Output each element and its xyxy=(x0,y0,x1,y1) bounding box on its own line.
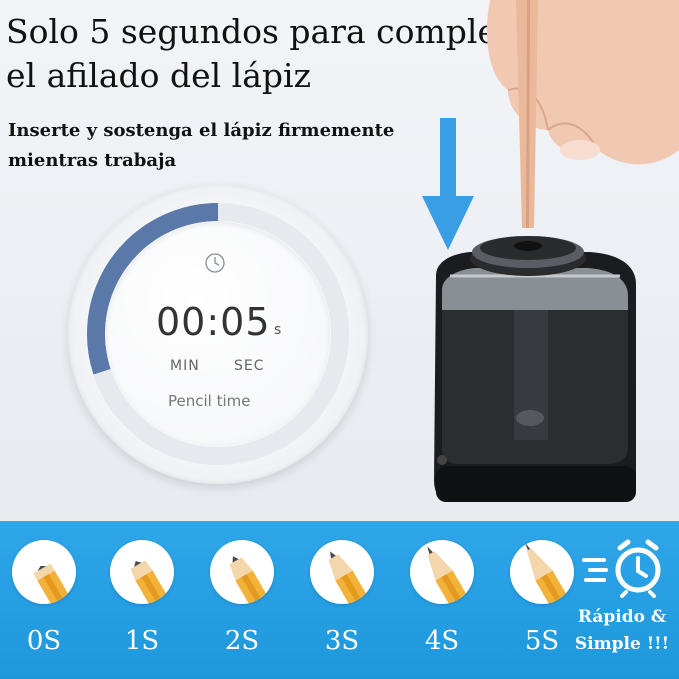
pencil-sharpener-illustration xyxy=(434,0,679,502)
timer-unit: s xyxy=(274,322,282,338)
min-label: MIN xyxy=(170,358,200,374)
step-label: 3S xyxy=(324,626,360,656)
pencil-tip-icon xyxy=(510,540,574,604)
clock-icon xyxy=(205,253,225,273)
pencil-tip-icon xyxy=(12,540,76,604)
step-label: 4S xyxy=(424,626,460,656)
badge-line-2: Simple !!! xyxy=(574,634,670,654)
timer-value: 00:05 xyxy=(156,300,271,344)
step-2s: 2S xyxy=(202,540,282,670)
sharpener-body xyxy=(434,252,636,502)
pencil-tip-icon xyxy=(310,540,374,604)
pencil-tip-icon xyxy=(410,540,474,604)
step-0s: 0S xyxy=(4,540,84,670)
hand-illustration xyxy=(486,0,679,165)
step-3s: 3S xyxy=(302,540,382,670)
pencil-tip-icon xyxy=(210,540,274,604)
step-1s: 1S xyxy=(102,540,182,670)
alarm-clock-fast-icon xyxy=(582,539,661,598)
step-label: 2S xyxy=(224,626,260,656)
timer-dial: 00:05 s MIN SEC Pencil time xyxy=(68,184,368,484)
sharpener-top-dial xyxy=(470,236,586,276)
step-4s: 4S xyxy=(402,540,482,670)
badge-line-1: Rápido & xyxy=(577,607,667,627)
timer-caption: Pencil time xyxy=(168,392,251,410)
pencil-tip-icon xyxy=(110,540,174,604)
sec-label: SEC xyxy=(234,358,265,374)
step-label: 0S xyxy=(26,626,62,656)
pencil-illustration xyxy=(516,0,538,228)
step-label: 1S xyxy=(124,626,160,656)
subheadline: Inserte y sostenga el lápiz firmemente m… xyxy=(8,120,395,171)
fast-simple-badge: Rápido & Simple !!! xyxy=(566,604,678,658)
